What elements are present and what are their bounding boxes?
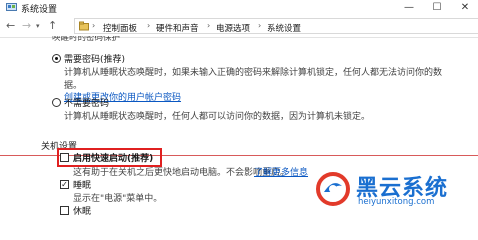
maximize-button[interactable]: ☐ — [426, 0, 448, 15]
recent-dropdown-icon[interactable]: ▾ — [36, 22, 40, 30]
title-bar: 系统设置 — ☐ ✕ — [0, 0, 478, 15]
folder-icon — [79, 21, 89, 31]
watermark-url: heiyunxitong.com — [358, 197, 435, 207]
hibernate-checkbox[interactable] — [60, 206, 69, 215]
sleep-checkbox[interactable]: ✓ — [60, 180, 69, 189]
forward-button[interactable]: → — [22, 19, 31, 32]
control-panel-icon — [6, 3, 17, 11]
require-password-radio[interactable] — [52, 54, 61, 63]
breadcrumb-separator: › — [92, 21, 96, 30]
window-title: 系统设置 — [21, 5, 58, 15]
no-password-label[interactable]: 不需要密码 — [64, 96, 109, 109]
brand-logo-icon — [316, 172, 350, 206]
breadcrumb-power-options[interactable]: 电源选项 — [216, 22, 250, 34]
require-password-label[interactable]: 需要密码(推荐) — [64, 52, 125, 65]
breadcrumb-system-settings[interactable]: 系统设置 — [267, 22, 301, 34]
close-button[interactable]: ✕ — [454, 0, 476, 15]
password-section-header: 唤醒时的密码保护 — [52, 36, 121, 42]
no-password-desc: 计算机从睡眠状态唤醒时，任何人都可以访问你的数据，因为计算机未锁定。 — [64, 112, 371, 122]
sleep-desc: 显示在"电源"菜单中。 — [73, 194, 163, 204]
navigation-bar: ← → ▾ ↑ › 控制面板 › 硬件和声音 › 电源选项 › 系统设置 — [0, 15, 478, 37]
require-password-desc: 计算机从睡眠状态唤醒时，如果未输入正确的密码来解除计算机锁定，任何人都无法访问你… — [64, 68, 443, 78]
breadcrumb-separator: › — [147, 21, 151, 30]
hibernate-label[interactable]: 休眠 — [73, 204, 91, 217]
up-button[interactable]: ↑ — [48, 19, 57, 32]
back-button[interactable]: ← — [6, 19, 15, 32]
no-password-radio[interactable] — [52, 98, 61, 107]
breadcrumb-separator: › — [207, 21, 211, 30]
breadcrumb-control-panel[interactable]: 控制面板 — [103, 22, 137, 34]
learn-more-link[interactable]: 了解更多信息 — [254, 165, 308, 178]
address-bar[interactable]: › 控制面板 › 硬件和声音 › 电源选项 › 系统设置 — [74, 18, 478, 34]
breadcrumb-hardware-sound[interactable]: 硬件和声音 — [156, 22, 199, 34]
sleep-label[interactable]: 睡眠 — [73, 178, 91, 191]
breadcrumb-separator: › — [258, 21, 262, 30]
minimize-button[interactable]: — — [398, 0, 420, 15]
